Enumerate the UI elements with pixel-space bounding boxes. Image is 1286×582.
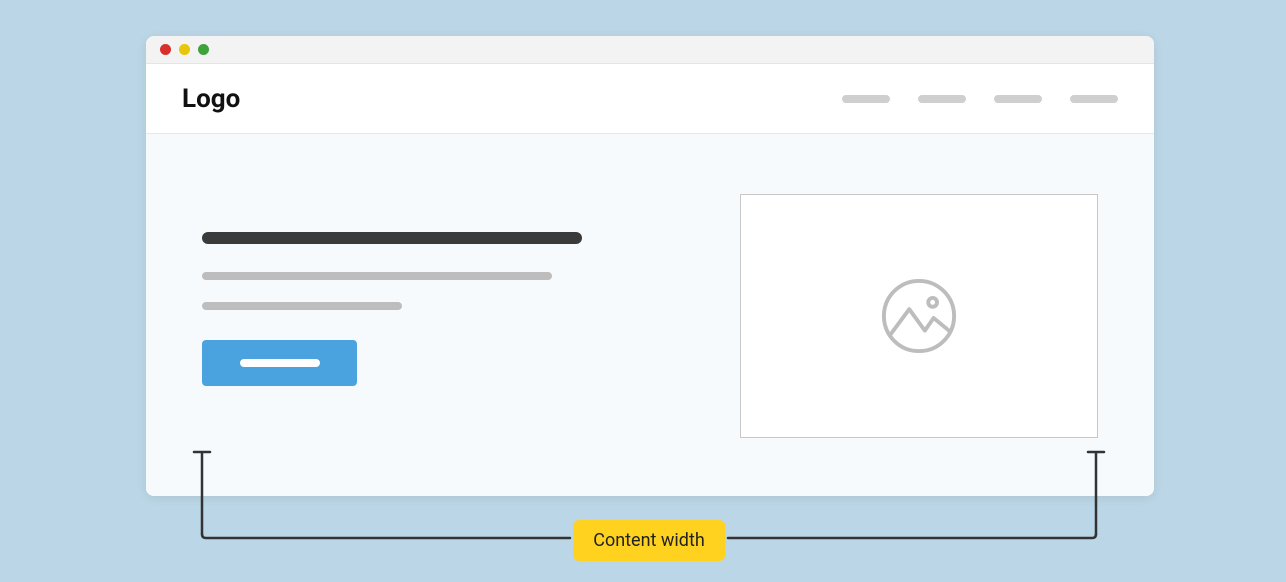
maximize-icon[interactable] xyxy=(198,44,209,55)
browser-window: Logo xyxy=(146,36,1154,496)
minimize-icon[interactable] xyxy=(179,44,190,55)
nav-item[interactable] xyxy=(994,95,1042,103)
window-titlebar xyxy=(146,36,1154,64)
subtext-placeholder xyxy=(202,302,402,310)
nav xyxy=(842,95,1118,103)
image-placeholder xyxy=(740,194,1098,438)
content-area xyxy=(146,134,1154,496)
image-icon xyxy=(880,277,958,355)
nav-item[interactable] xyxy=(918,95,966,103)
nav-item[interactable] xyxy=(1070,95,1118,103)
close-icon[interactable] xyxy=(160,44,171,55)
site-header: Logo xyxy=(146,64,1154,134)
subtext-placeholder xyxy=(202,272,552,280)
headline-placeholder xyxy=(202,232,582,244)
annotation-label: Content width xyxy=(573,520,725,561)
hero-text xyxy=(202,194,660,438)
nav-item[interactable] xyxy=(842,95,890,103)
cta-button[interactable] xyxy=(202,340,357,386)
hero xyxy=(202,134,1098,438)
cta-label-placeholder xyxy=(240,359,320,367)
logo[interactable]: Logo xyxy=(182,84,240,114)
